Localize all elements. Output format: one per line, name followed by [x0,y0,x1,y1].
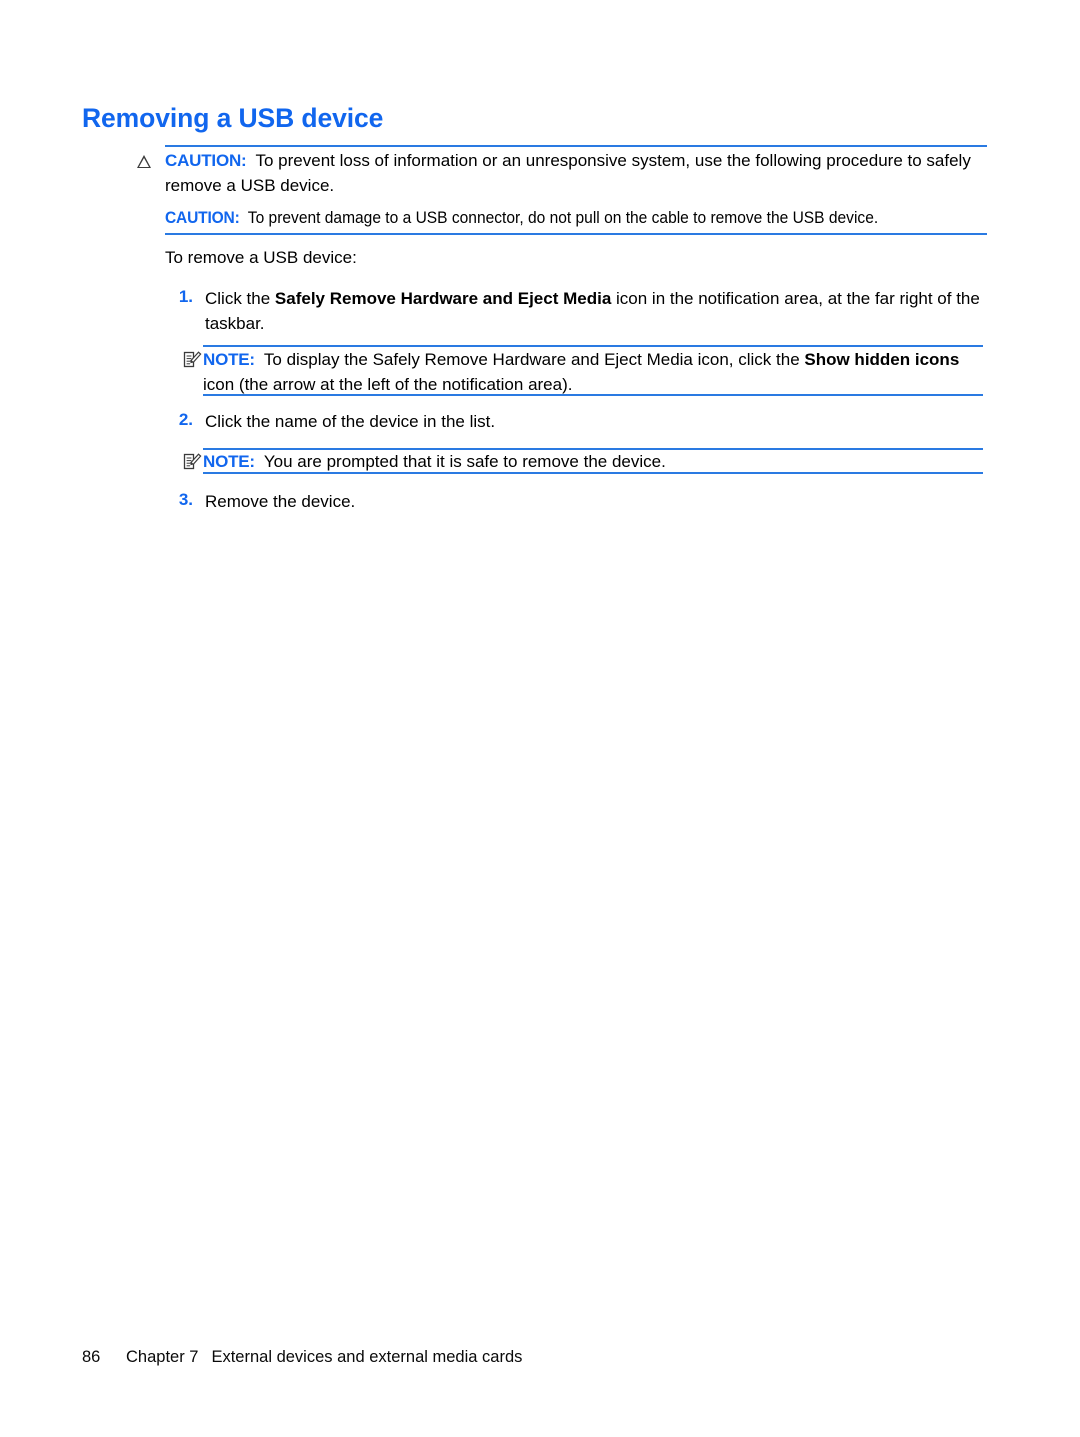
step-2-number: 2. [178,410,193,429]
caution-2-rule-bottom [165,233,987,235]
note-block-2: NOTE: You are prompted that it is safe to… [183,448,983,475]
page-title: Removing a USB device [82,103,384,133]
caution-1-rule-bottom [165,201,987,203]
step-1-bold-phrase: Safely Remove Hardware and Eject Media [274,289,612,308]
caution-1-text: CAUTION: To prevent loss of information o… [165,149,987,198]
step-1-text-a: Click the [205,289,275,308]
note-2-rule-bottom [203,472,983,474]
note-1-keyword: NOTE: [203,350,255,369]
caution-2-text: CAUTION: To prevent damage to a USB conne… [165,206,1070,231]
caution-block-2: CAUTION: To prevent damage to a USB conne… [165,205,987,239]
warning-triangle-icon [137,155,159,172]
caution-1-body: To prevent loss of information or an unr… [165,151,971,195]
footer-page-number: 86 [82,1348,101,1366]
intro-paragraph: To remove a USB device: [165,248,357,267]
caution-2-body: To prevent damage to a USB connector, do… [247,208,879,227]
step-1-text: Click the Safely Remove Hardware and Eje… [205,287,987,336]
caution-1-keyword: CAUTION: [165,151,247,170]
step-2-text: Click the name of the device in the list… [205,412,496,431]
note-1-text-a: To display the Safely Remove Hardware an… [263,350,805,369]
note-block-1: NOTE: To display the Safely Remove Hardwa… [183,345,983,396]
note-1-rule-top [203,345,983,347]
page-footer: 86 Chapter 7 External devices and external… [82,1348,522,1367]
caution-block-1: CAUTION: To prevent loss of information o… [137,145,987,211]
step-3-text: Remove the device. [205,492,356,511]
note-pencil-icon [183,350,205,373]
note-1-text: NOTE: To display the Safely Remove Hardwa… [203,348,983,397]
note-2-text: NOTE: You are prompted that it is safe to… [203,450,983,475]
note-pencil-icon [183,452,205,475]
note-1-bold-phrase: Show hidden icons [804,350,960,369]
note-2-body: You are prompted that it is safe to remo… [263,452,666,471]
caution-2-keyword: CAUTION: [165,208,240,227]
footer-chapter: Chapter 7 [126,1348,199,1366]
step-1-number: 1. [178,287,193,306]
note-1-rule-bottom [203,394,983,396]
footer-chapter-title: External devices and external media card… [211,1348,523,1366]
document-page: Removing a USB device CAUTION: To prevent… [0,0,1080,1437]
note-1-text-b: icon (the arrow at the left of the notif… [203,374,573,394]
note-2-keyword: NOTE: [203,452,255,471]
caution-1-rule-top [165,145,987,147]
step-3-number: 3. [178,490,193,509]
